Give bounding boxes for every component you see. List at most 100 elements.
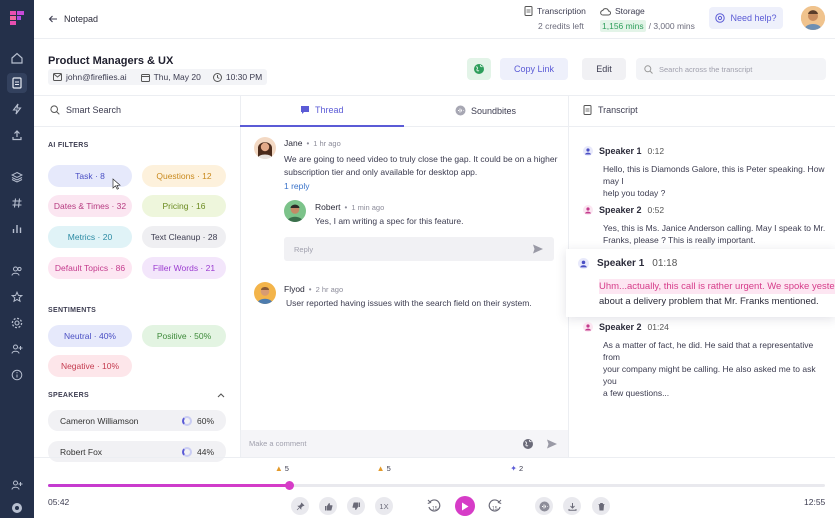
replies-link[interactable]: 1 reply bbox=[284, 181, 310, 191]
need-help-label: Need help? bbox=[730, 13, 777, 23]
download-button[interactable] bbox=[563, 497, 581, 515]
bolt-icon[interactable] bbox=[7, 99, 27, 119]
need-help-button[interactable]: Need help? bbox=[709, 7, 783, 29]
comment-input[interactable]: Make a comment bbox=[241, 430, 568, 457]
sentiment-chip-negative[interactable]: Negative · 10% bbox=[48, 355, 132, 377]
filter-chip-dates-times[interactable]: Dates & Times · 32 bbox=[48, 195, 132, 217]
reply-input[interactable]: Reply bbox=[284, 237, 554, 261]
speaker-row[interactable]: Cameron Williamson 60% bbox=[48, 410, 226, 431]
hashtag-icon[interactable] bbox=[7, 193, 27, 213]
filter-chip-questions[interactable]: Questions · 12 bbox=[142, 165, 226, 187]
send-icon[interactable] bbox=[546, 438, 558, 450]
meeting-date: Thu, May 20 bbox=[153, 72, 201, 82]
speaker-name: Speaker 2 bbox=[599, 322, 642, 332]
team-icon[interactable] bbox=[7, 261, 27, 281]
active-tab-indicator bbox=[240, 125, 404, 127]
speaker-name: Speaker 2 bbox=[599, 205, 642, 215]
analytics-icon[interactable] bbox=[7, 219, 27, 239]
sentiment-chip-neutral[interactable]: Neutral · 40% bbox=[48, 325, 132, 347]
avatar-jane bbox=[254, 137, 276, 159]
column-divider-1 bbox=[240, 95, 241, 457]
trash-icon bbox=[598, 502, 604, 511]
rewind-15-icon: 15 bbox=[427, 499, 441, 512]
meeting-title: Product Managers & UX bbox=[48, 55, 174, 67]
sentiment-chip-positive[interactable]: Positive · 50% bbox=[142, 325, 226, 347]
comment-time: 1 min ago bbox=[351, 202, 385, 212]
info-icon[interactable] bbox=[7, 365, 27, 385]
transcript-entry[interactable]: Speaker 2 01:24 As a matter of fact, he … bbox=[583, 322, 828, 399]
pin-button[interactable] bbox=[291, 497, 309, 515]
thumbs-down-button[interactable] bbox=[347, 497, 365, 515]
reaction-marker[interactable]: ▲ 5 bbox=[377, 464, 391, 473]
current-time: 05:42 bbox=[48, 497, 70, 507]
avatar-robert bbox=[284, 200, 306, 222]
reaction-count: 5 bbox=[284, 464, 289, 473]
timestamp: 0:12 bbox=[647, 146, 665, 156]
player-divider bbox=[34, 457, 835, 458]
thumbs-up-icon: ▲ bbox=[274, 463, 283, 473]
smart-search-label: Smart Search bbox=[66, 105, 122, 115]
progress-track[interactable] bbox=[48, 481, 825, 490]
tab-soundbites[interactable]: Soundbites bbox=[455, 105, 516, 116]
transcript-entry[interactable]: Speaker 2 0:52 Yes, this is Ms. Janice A… bbox=[583, 205, 828, 246]
delete-button[interactable] bbox=[592, 497, 610, 515]
comment-header: Flyod • 2 hr ago bbox=[284, 284, 344, 294]
pin-icon bbox=[296, 501, 305, 510]
filter-chip-pricing[interactable]: Pricing · 16 bbox=[142, 195, 226, 217]
layers-icon[interactable] bbox=[7, 167, 27, 187]
filter-chip-text-cleanup[interactable]: Text Cleanup · 28 bbox=[142, 226, 226, 248]
notes-icon[interactable] bbox=[7, 73, 27, 93]
play-button[interactable] bbox=[455, 496, 475, 516]
comment-time: 1 hr ago bbox=[313, 138, 341, 148]
chevron-up-icon[interactable] bbox=[217, 392, 225, 398]
filter-chip-default-topics[interactable]: Default Topics · 86 bbox=[48, 257, 132, 279]
upload-icon[interactable] bbox=[7, 125, 27, 145]
active-transcript-entry[interactable]: Speaker 1 01:18 Uhm...actually, this cal… bbox=[566, 249, 835, 317]
home-icon[interactable] bbox=[7, 48, 27, 68]
reaction-marker[interactable]: ▲ 5 bbox=[275, 464, 289, 473]
document-icon bbox=[583, 105, 592, 115]
mouse-cursor-icon bbox=[112, 178, 121, 190]
copy-link-button[interactable]: Copy Link bbox=[500, 58, 568, 80]
user-avatar[interactable] bbox=[801, 6, 825, 30]
share-public-button[interactable] bbox=[467, 58, 491, 80]
speakers-title: SPEAKERS bbox=[48, 392, 89, 399]
mail-icon bbox=[53, 73, 62, 81]
progress-thumb[interactable] bbox=[284, 481, 294, 490]
comment-time: 2 hr ago bbox=[315, 284, 344, 294]
settings-icon[interactable] bbox=[7, 313, 27, 333]
soundbite-button[interactable] bbox=[535, 497, 553, 515]
sentiments-title: SENTIMENTS bbox=[48, 307, 97, 314]
add-user-icon[interactable] bbox=[7, 339, 27, 359]
reaction-marker[interactable]: ✦ 2 bbox=[510, 464, 523, 473]
speaker-row[interactable]: Robert Fox 44% bbox=[48, 441, 226, 462]
invite-user-icon[interactable] bbox=[7, 475, 27, 495]
tab-thread[interactable]: Thread bbox=[300, 105, 344, 115]
filter-chip-filler-words[interactable]: Filler Words · 21 bbox=[142, 257, 226, 279]
fireflies-logo[interactable] bbox=[7, 8, 27, 28]
smart-search-header[interactable]: Smart Search bbox=[50, 105, 121, 115]
star-icon[interactable] bbox=[7, 287, 27, 307]
back-arrow-icon bbox=[48, 15, 57, 23]
comment-placeholder: Make a comment bbox=[249, 439, 307, 448]
send-icon[interactable] bbox=[532, 243, 544, 255]
edit-button[interactable]: Edit bbox=[582, 58, 626, 80]
globe-icon[interactable] bbox=[522, 438, 534, 450]
fireflies-bottom-icon[interactable] bbox=[7, 498, 27, 518]
thumbs-up-button[interactable] bbox=[319, 497, 337, 515]
back-link[interactable]: Notepad bbox=[48, 12, 98, 26]
transcript-entry[interactable]: Speaker 1 0:12 Hello, this is Diamonds G… bbox=[583, 146, 828, 199]
filter-chip-metrics[interactable]: Metrics · 20 bbox=[48, 226, 132, 248]
transcript-header: Transcript bbox=[583, 105, 638, 115]
total-time: 12:55 bbox=[804, 497, 826, 507]
rewind-button[interactable]: 15 bbox=[426, 498, 442, 514]
storage-total: / 3,000 mins bbox=[648, 21, 695, 31]
document-icon bbox=[524, 6, 533, 16]
comment-header: Jane • 1 hr ago bbox=[284, 138, 341, 148]
timestamp: 0:52 bbox=[647, 205, 665, 215]
playback-speed-button[interactable]: 1X bbox=[375, 497, 393, 515]
transcript-search-input[interactable]: Search across the transcript bbox=[636, 58, 826, 80]
forward-button[interactable]: 15 bbox=[487, 498, 503, 514]
reaction-count: 5 bbox=[386, 464, 391, 473]
clock-icon bbox=[212, 72, 222, 82]
